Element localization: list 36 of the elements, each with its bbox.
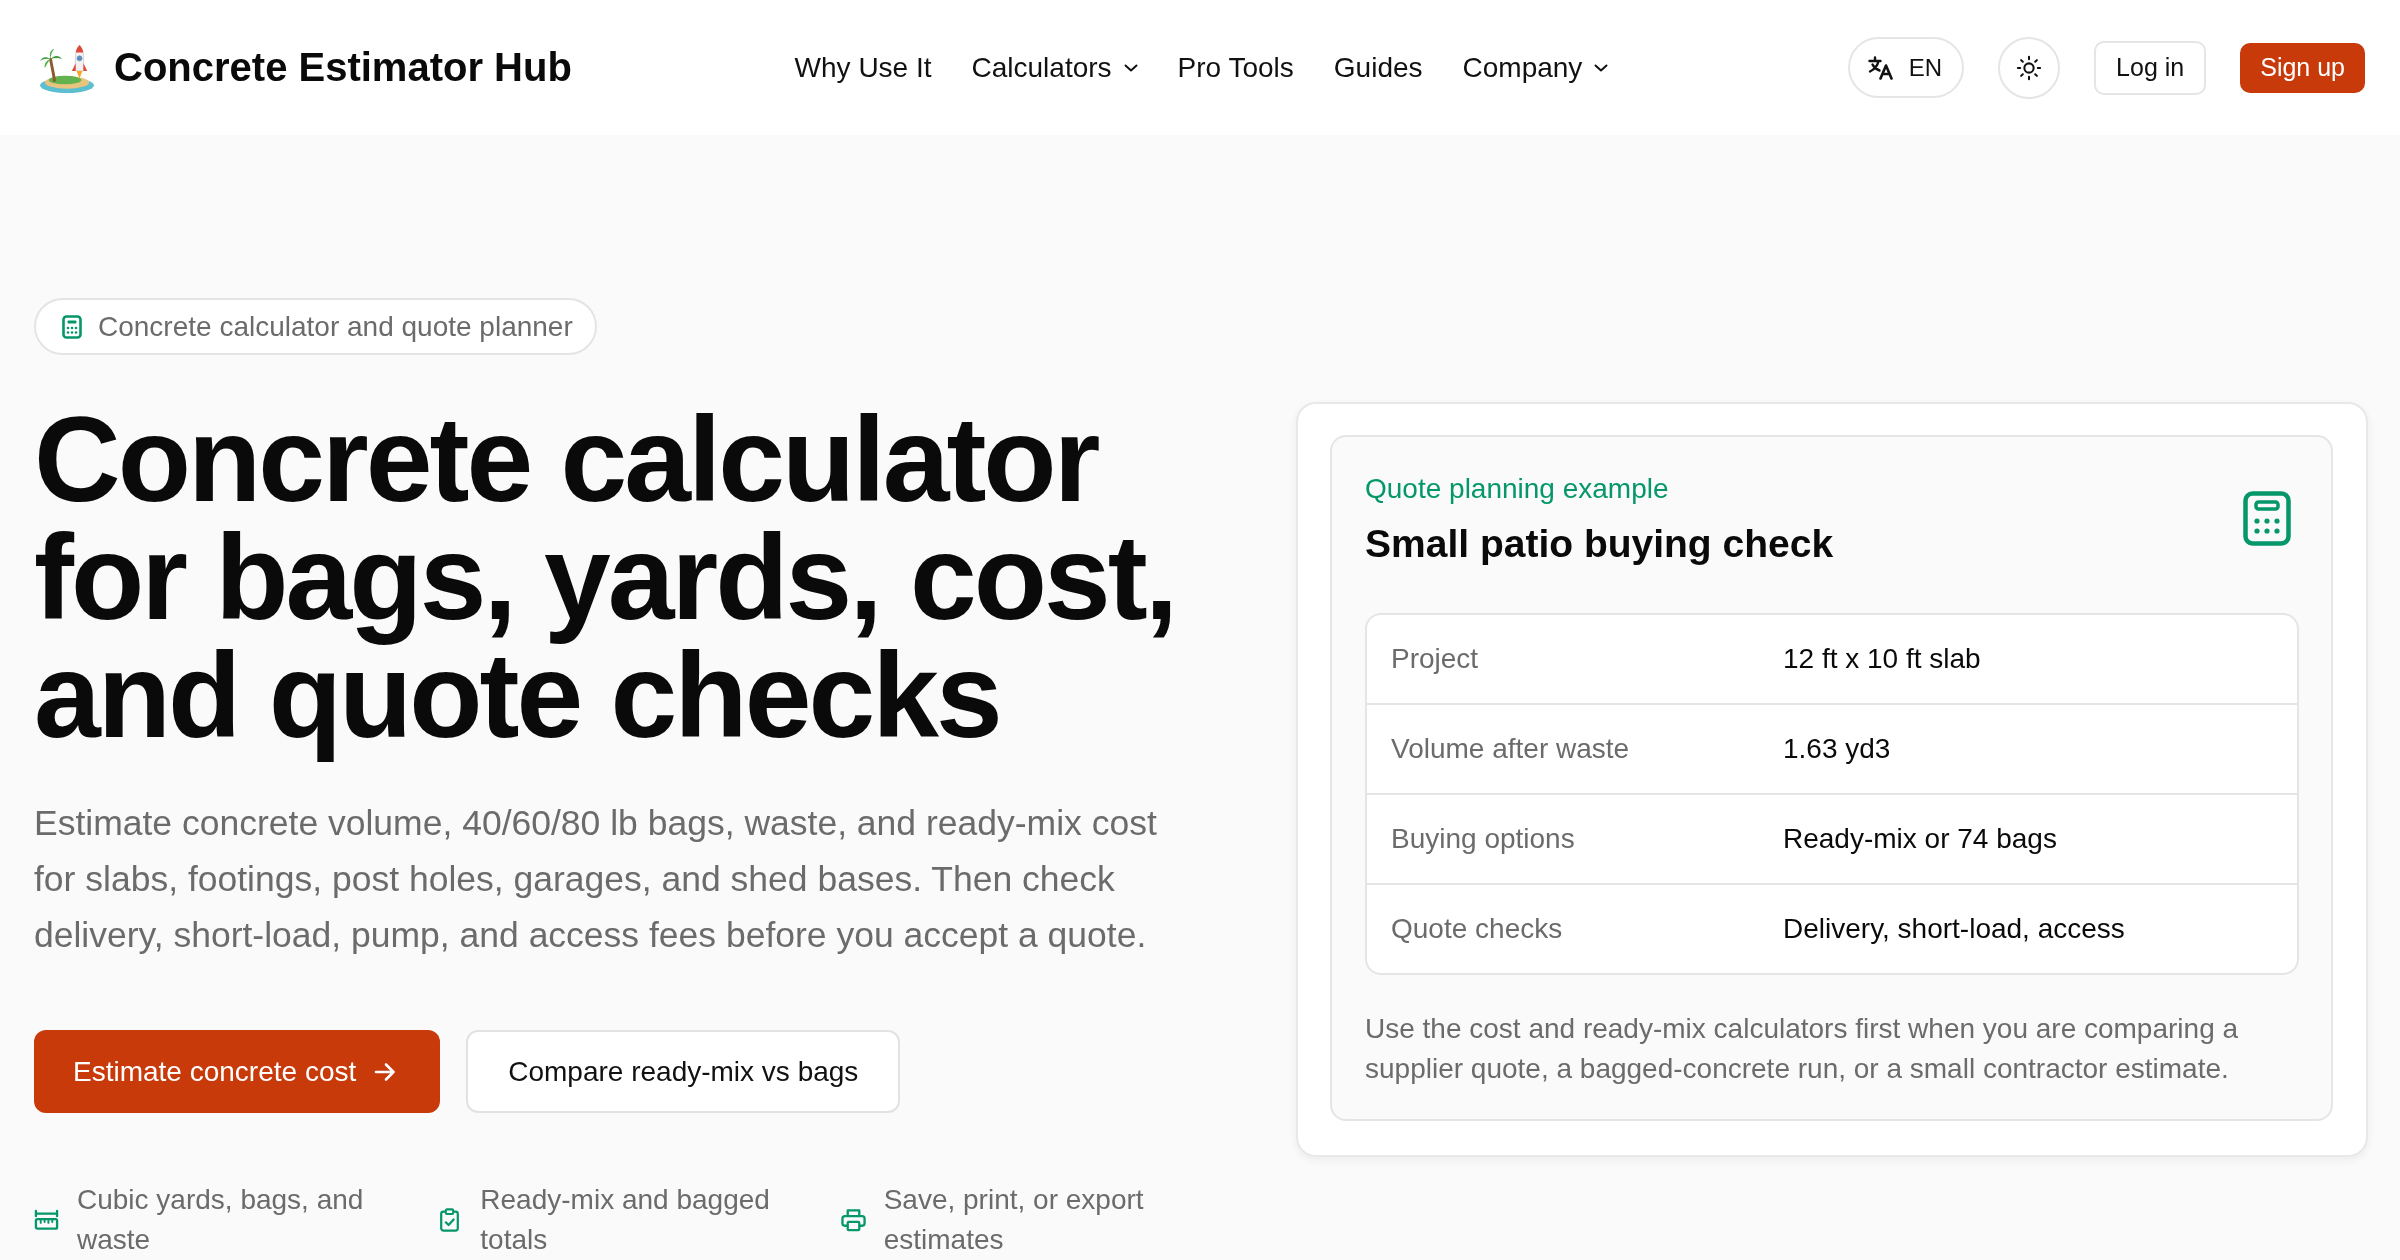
island-rocket-logo-icon	[38, 41, 96, 94]
ruler-icon	[34, 1208, 59, 1232]
nav-link[interactable]: Company	[1462, 51, 1609, 84]
brand-name: Concrete Estimator Hub	[114, 45, 572, 90]
table-value-cell-text: Delivery, short-load, access	[1783, 912, 2126, 945]
primary-button[interactable]: Estimate concrete cost	[34, 1030, 441, 1113]
card-eyebrow: Quote planning example	[1365, 471, 1670, 506]
feature-text: Ready-mix and bagged totals	[480, 1183, 771, 1257]
table-value-cell-text: Ready-mix or 74 bags	[1783, 822, 2058, 855]
printer-icon	[840, 1208, 866, 1232]
sun-icon	[2016, 54, 2043, 81]
feature-text: Save, print, or export estimates	[883, 1183, 1145, 1257]
calculator-icon	[62, 314, 82, 339]
nav-link[interactable]: Why Use It	[794, 51, 932, 84]
nav-link[interactable]: Calculators	[971, 51, 1138, 84]
feature-text: Cubic yards, bags, and waste	[77, 1183, 365, 1257]
table-label-cell-text: Project	[1390, 642, 1480, 675]
table-value-cell-text: 1.63 yd3	[1783, 732, 1892, 765]
table-label-cell-text: Buying options	[1390, 822, 1576, 855]
login-button[interactable]: Log in	[2094, 40, 2207, 95]
nav-link[interactable]: Pro Tools	[1177, 51, 1294, 84]
arrow-right-icon	[374, 1061, 397, 1082]
hero-title: Concrete calculator for bags, yards, cost, and quote checks	[34, 398, 1177, 764]
badge-text: Concrete calculator and quote planner	[98, 310, 573, 343]
card-title: Small patio buying check	[1365, 520, 1834, 567]
language-button[interactable]: EN	[1847, 37, 1965, 98]
table-label-cell-text: Volume after waste	[1390, 732, 1631, 765]
table-label-cell-text: Quote checks	[1390, 912, 1564, 945]
table-value-cell-text: 12 ft x 10 ft slab	[1783, 642, 1982, 675]
calculator-icon	[2243, 490, 2291, 546]
secondary-button[interactable]: Compare ready-mix vs bags	[466, 1030, 901, 1113]
signup-button[interactable]: Sign up	[2240, 42, 2365, 93]
card-note: Use the cost and ready-mix calculators first when you are comparing a supplier quote, a bagged-concrete run, or a small contractor estimate.	[1365, 1011, 2240, 1086]
translate-icon	[1867, 55, 1894, 80]
nav-link[interactable]: Guides	[1333, 51, 1423, 84]
hero-description: Estimate concrete volume, 40/60/80 lb bags, waste, and ready-mix cost for slabs, footings, post holes, garages, and shed bases. Then check delivery, short-load, pump, and access fees before you accept a quote.	[34, 802, 1158, 957]
